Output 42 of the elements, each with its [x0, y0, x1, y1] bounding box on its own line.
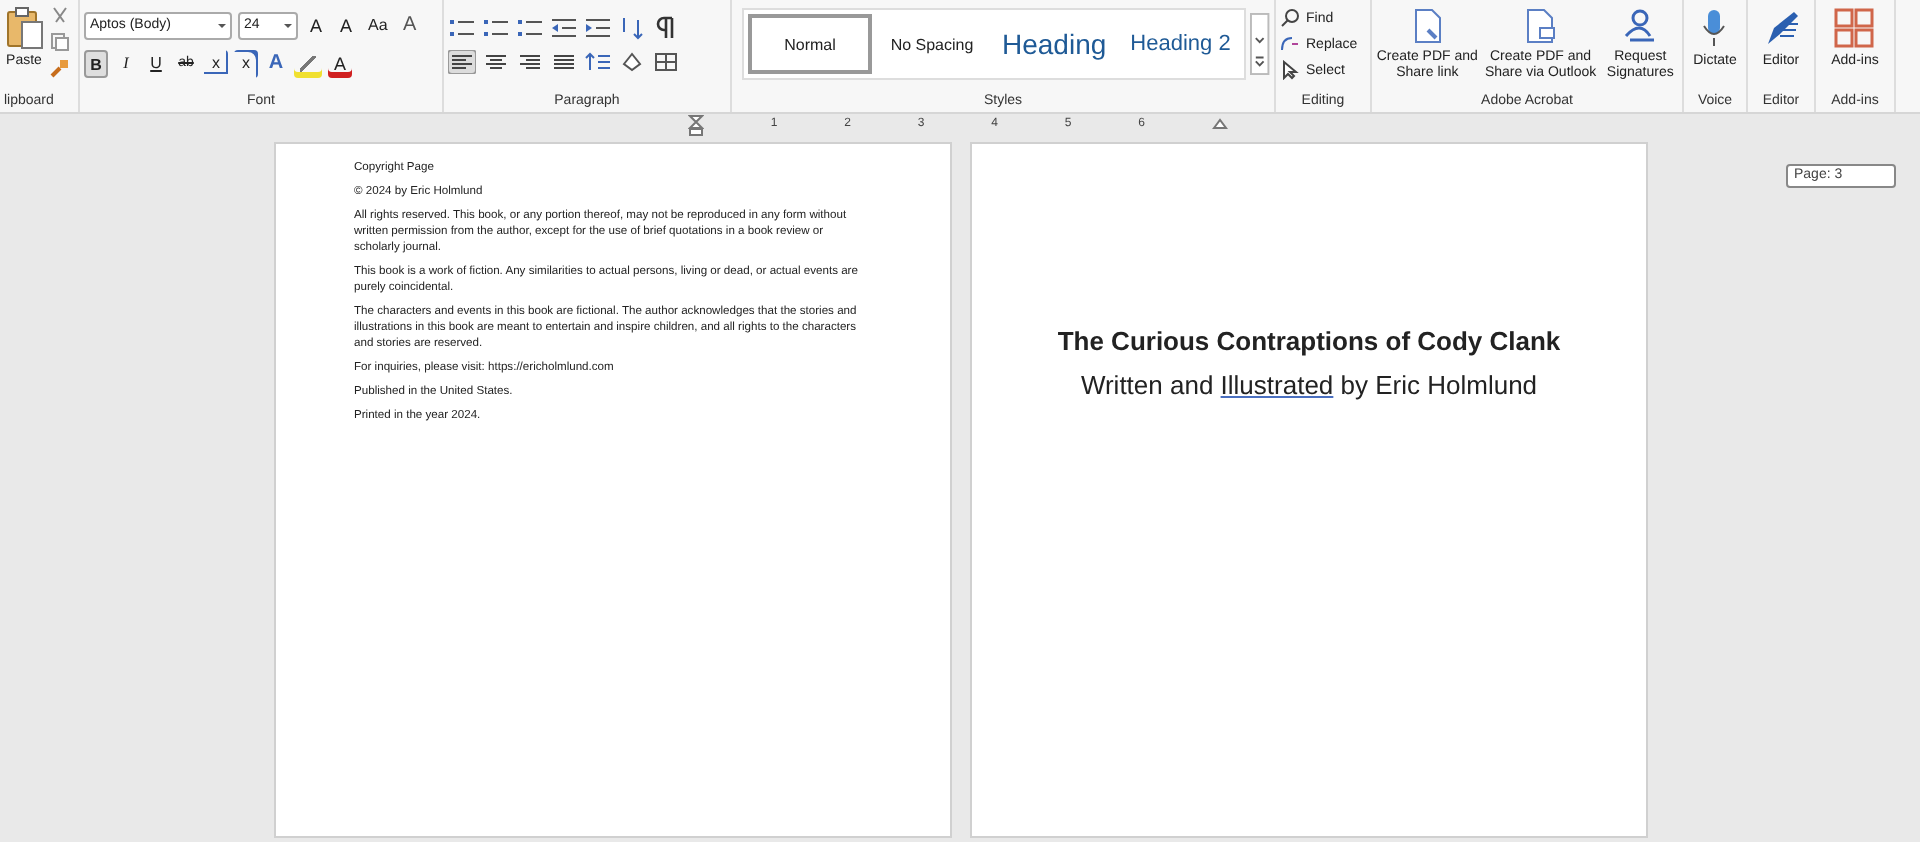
- align-center-icon[interactable]: [482, 49, 510, 73]
- author-line: Written and Illustrated by Eric Holmlund: [1078, 370, 1540, 400]
- subscript-button[interactable]: x: [204, 49, 228, 77]
- search-icon: [1280, 8, 1300, 28]
- style-option[interactable]: Normal: [748, 14, 872, 74]
- grow-font-button[interactable]: A: [304, 11, 328, 39]
- bullets-icon[interactable]: [448, 15, 476, 39]
- signature-icon: [1622, 8, 1659, 44]
- right-indent-marker-icon[interactable]: [1211, 118, 1228, 130]
- align-right-icon[interactable]: [516, 49, 544, 73]
- justify-icon[interactable]: [550, 49, 578, 73]
- italic-button[interactable]: I: [114, 49, 138, 77]
- superscript-button[interactable]: x: [234, 49, 258, 77]
- style-option[interactable]: Heading: [992, 14, 1117, 74]
- borders-icon[interactable]: [652, 49, 680, 73]
- indent-marker-icon[interactable]: [688, 113, 704, 135]
- style-option[interactable]: No Spacing: [876, 14, 988, 74]
- text-effects-button[interactable]: A: [264, 49, 288, 77]
- align-left-icon[interactable]: [448, 49, 476, 73]
- bold-button[interactable]: B: [84, 49, 108, 77]
- line-spacing-icon[interactable]: [584, 49, 612, 73]
- book-title: The Curious Contraptions of Cody Clank: [1055, 326, 1563, 356]
- pdf-mail-icon: [1522, 8, 1559, 44]
- sort-icon[interactable]: [618, 15, 646, 39]
- scroll-arrows-icon[interactable]: [1250, 12, 1270, 76]
- shrink-font-button[interactable]: A: [334, 11, 358, 39]
- copy-icon[interactable]: [50, 32, 70, 52]
- clear-format-button[interactable]: A: [397, 11, 422, 39]
- style-option[interactable]: Heading 2: [1120, 14, 1241, 74]
- indent-icon[interactable]: [584, 15, 612, 39]
- shading-icon[interactable]: [618, 49, 646, 73]
- scissors-icon[interactable]: [50, 6, 70, 26]
- grid-icon: [1834, 8, 1875, 48]
- pdf-link-icon: [1409, 8, 1446, 44]
- change-case-button[interactable]: Aa: [364, 11, 392, 39]
- underline-button[interactable]: U: [144, 49, 168, 77]
- brush-icon[interactable]: [50, 58, 70, 78]
- font-color-button[interactable]: A: [328, 49, 352, 77]
- replace-icon: [1280, 34, 1300, 54]
- outdent-icon[interactable]: [550, 15, 578, 39]
- cursor-icon: [1280, 60, 1300, 80]
- microphone-icon: [1700, 8, 1729, 48]
